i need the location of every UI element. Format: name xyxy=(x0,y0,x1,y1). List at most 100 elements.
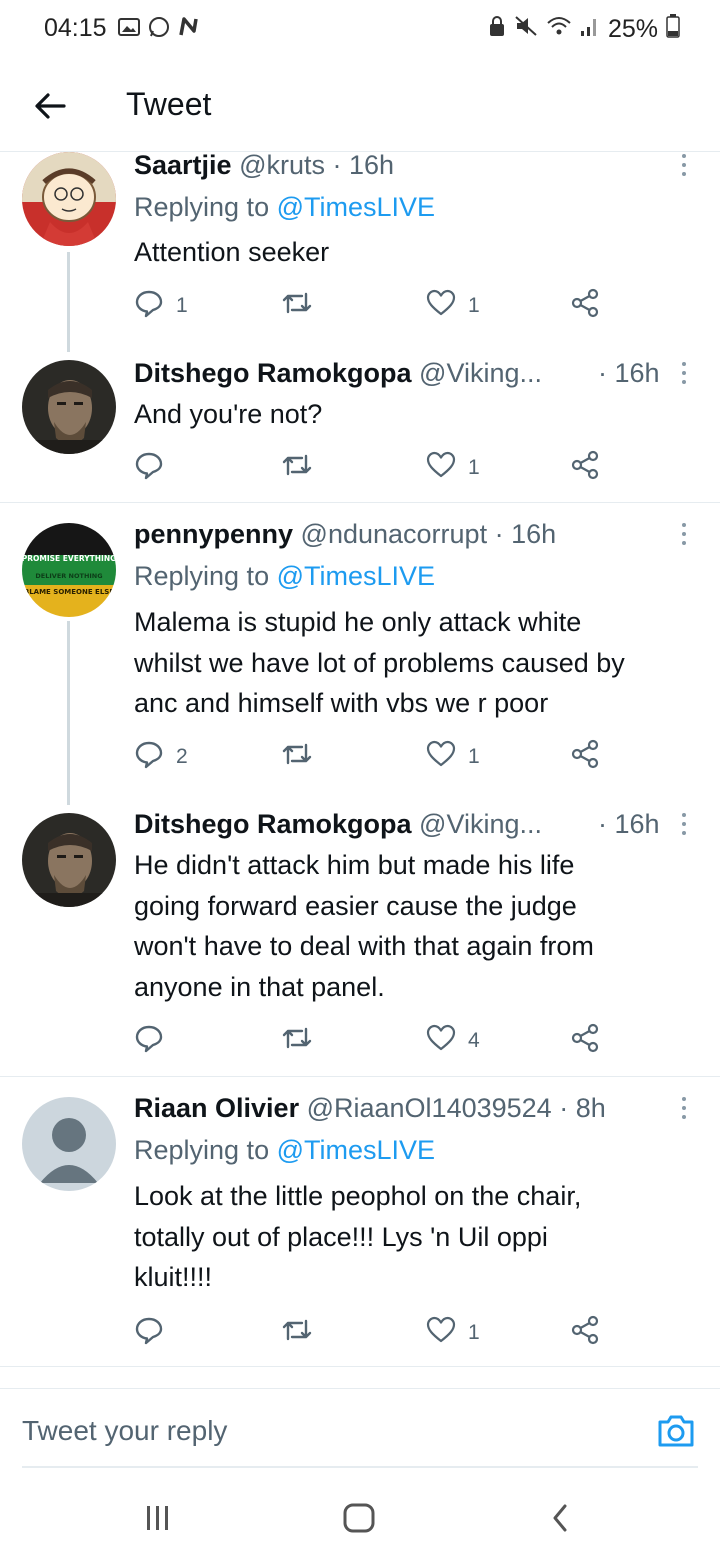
author-name[interactable]: Riaan Olivier xyxy=(134,1093,299,1123)
lock-icon xyxy=(488,15,506,44)
more-options-icon[interactable] xyxy=(678,1097,690,1123)
replie-count: 2 xyxy=(176,745,188,768)
tweet-time: · 16h xyxy=(494,519,557,549)
avatar[interactable] xyxy=(22,360,116,454)
recent-apps-icon[interactable] xyxy=(144,1502,172,1539)
reply-icon xyxy=(134,1023,164,1059)
like-button[interactable]: 4 xyxy=(426,1023,480,1059)
whatsapp-icon xyxy=(148,16,170,43)
reply-input[interactable]: Tweet your reply xyxy=(22,1415,227,1447)
like-button[interactable]: 1 xyxy=(426,739,480,775)
tweet[interactable]: Ditshego Ramokgopa @Viking... · 16h And … xyxy=(0,342,720,502)
tweet[interactable]: PROMISE EVERYTHING DELIVER NOTHING BLAME… xyxy=(0,503,720,805)
mention-link[interactable]: @TimesLIVE xyxy=(277,1135,435,1165)
like-button[interactable]: 1 xyxy=(426,450,480,486)
share-button[interactable] xyxy=(570,288,600,324)
like-count: 1 xyxy=(468,1321,480,1344)
tweet-text: And you're not? xyxy=(134,399,323,429)
author-name[interactable]: pennypenny xyxy=(134,519,293,549)
avatar-line-2: DELIVER NOTHING xyxy=(35,572,102,580)
more-options-icon[interactable] xyxy=(678,154,690,180)
author-name[interactable]: Ditshego Ramokgopa xyxy=(134,358,412,388)
home-icon[interactable] xyxy=(342,1502,376,1539)
thread-line xyxy=(67,621,70,805)
back-arrow-icon[interactable] xyxy=(30,86,70,126)
like-count: 1 xyxy=(468,745,480,768)
retweet-button[interactable] xyxy=(280,288,326,324)
reply-icon xyxy=(134,739,164,775)
author-handle[interactable]: @Viking... xyxy=(419,358,542,388)
reply-button[interactable] xyxy=(134,1315,176,1351)
retweet-icon xyxy=(280,739,314,775)
avatar[interactable] xyxy=(22,813,116,907)
like-button[interactable]: 1 xyxy=(426,1315,480,1351)
tweet[interactable]: Saartjie @kruts · 16h Replying to @Times… xyxy=(0,150,720,352)
mention-link[interactable]: @TimesLIVE xyxy=(277,561,435,591)
reply-button[interactable]: 2 xyxy=(134,739,188,775)
tweet-actions: 1 xyxy=(134,1315,614,1349)
back-icon[interactable] xyxy=(548,1502,572,1539)
tweet-time: · 16h xyxy=(598,809,660,839)
share-button[interactable] xyxy=(570,450,600,486)
avatar[interactable] xyxy=(22,1097,116,1191)
author-handle[interactable]: @kruts xyxy=(239,150,325,180)
reply-underline xyxy=(22,1466,698,1468)
replying-prefix: Replying to xyxy=(134,1135,270,1165)
like-button[interactable]: 1 xyxy=(426,288,480,324)
replying-prefix: Replying to xyxy=(134,192,270,222)
avatar[interactable]: PROMISE EVERYTHING DELIVER NOTHING BLAME… xyxy=(22,523,116,617)
heart-icon xyxy=(426,288,456,324)
n-app-icon xyxy=(178,17,200,42)
more-options-icon[interactable] xyxy=(678,813,690,839)
like-count: 1 xyxy=(468,294,480,317)
replying-to: Replying to @TimesLIVE xyxy=(134,561,435,592)
author-handle[interactable]: @Viking... xyxy=(419,809,542,839)
more-options-icon[interactable] xyxy=(678,362,690,388)
mention-link[interactable]: @TimesLIVE xyxy=(277,192,435,222)
retweet-icon xyxy=(280,1023,314,1059)
tweet-actions: 11 xyxy=(134,288,614,322)
tweet[interactable]: Ditshego Ramokgopa @Viking... · 16h He d… xyxy=(0,795,720,1075)
like-count: 1 xyxy=(468,456,480,479)
mute-icon xyxy=(514,15,538,44)
retweet-button[interactable] xyxy=(280,1023,326,1059)
retweet-icon xyxy=(280,1315,314,1351)
divider xyxy=(0,1366,720,1367)
reply-icon xyxy=(134,450,164,486)
retweet-button[interactable] xyxy=(280,450,326,486)
replying-to: Replying to @TimesLIVE xyxy=(134,1135,435,1166)
author-name[interactable]: Saartjie xyxy=(134,150,232,180)
share-button[interactable] xyxy=(570,1023,600,1059)
replying-prefix: Replying to xyxy=(134,561,270,591)
retweet-button[interactable] xyxy=(280,739,326,775)
avatar[interactable] xyxy=(22,152,116,246)
tweet-text: Malema is stupid he only attack white wh… xyxy=(134,607,625,718)
reply-button[interactable] xyxy=(134,450,176,486)
retweet-button[interactable] xyxy=(280,1315,326,1351)
thread-line xyxy=(67,252,70,352)
tweet-time: · 16h xyxy=(332,150,395,180)
reply-button[interactable]: 1 xyxy=(134,288,188,324)
share-icon xyxy=(570,739,600,775)
camera-icon[interactable] xyxy=(656,1413,696,1449)
retweet-icon xyxy=(280,288,314,324)
system-navbar xyxy=(0,1480,720,1560)
tweet-time: · 16h xyxy=(598,358,660,388)
status-bar: 04:15 25% xyxy=(0,0,720,60)
heart-icon xyxy=(426,1023,456,1059)
share-button[interactable] xyxy=(570,739,600,775)
share-icon xyxy=(570,288,600,324)
author-handle[interactable]: @ndunacorrupt xyxy=(301,519,488,549)
like-count: 4 xyxy=(468,1029,480,1052)
reply-button[interactable] xyxy=(134,1023,176,1059)
tweet-time: · 8h xyxy=(559,1093,606,1123)
status-time: 04:15 xyxy=(44,14,107,42)
heart-icon xyxy=(426,739,456,775)
author-handle[interactable]: @RiaanOl14039524 xyxy=(307,1093,552,1123)
share-button[interactable] xyxy=(570,1315,600,1351)
battery-icon xyxy=(666,14,680,45)
author-name[interactable]: Ditshego Ramokgopa xyxy=(134,809,412,839)
more-options-icon[interactable] xyxy=(678,523,690,549)
tweet-text: He didn't attack him but made his life g… xyxy=(134,850,594,1002)
tweet[interactable]: Riaan Olivier @RiaanOl14039524 · 8h Repl… xyxy=(0,1077,720,1367)
